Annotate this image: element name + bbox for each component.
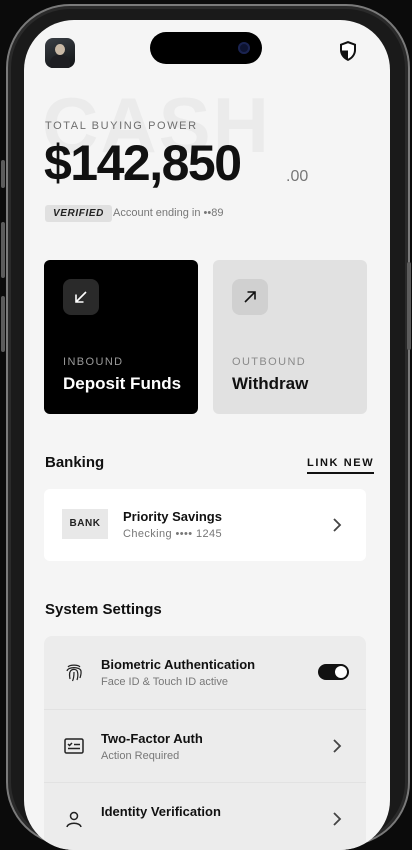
settings-item-two-factor[interactable]: Two-Factor Auth Action Required xyxy=(44,709,366,782)
chevron-right-icon xyxy=(333,518,342,532)
verified-badge: VERIFIED xyxy=(45,205,112,222)
arrow-down-left-icon xyxy=(63,279,99,315)
settings-item-biometric[interactable]: Biometric Authentication Face ID & Touch… xyxy=(44,636,366,708)
avatar-head xyxy=(55,44,65,55)
deposit-funds-label: Deposit Funds xyxy=(63,374,182,393)
biometric-toggle[interactable] xyxy=(318,664,349,680)
volume-down-button xyxy=(1,296,5,352)
app-screen: CASH TOTAL BUYING POWER $142,850 .00 VER… xyxy=(24,20,390,850)
bank-account-name: Priority Savings xyxy=(123,509,222,524)
arrow-up-right-icon xyxy=(232,279,268,315)
deposit-funds-button[interactable]: INBOUND Deposit Funds xyxy=(44,260,198,414)
identity-title: Identity Verification xyxy=(101,804,221,819)
balance-amount: $142,850 xyxy=(44,135,242,191)
side-button xyxy=(1,160,5,188)
biometric-title: Biometric Authentication xyxy=(101,657,256,672)
fingerprint-icon xyxy=(66,664,82,682)
bank-account-detail: Checking •••• 1245 xyxy=(123,528,223,540)
checklist-icon xyxy=(64,738,84,754)
settings-item-identity[interactable]: Identity Verification xyxy=(44,782,366,850)
balance-cents: .00 xyxy=(286,168,309,185)
outbound-label: OUTBOUND xyxy=(232,356,307,368)
shield-icon[interactable] xyxy=(338,40,358,62)
inbound-label: INBOUND xyxy=(63,356,124,368)
withdraw-label: Withdraw xyxy=(232,374,309,393)
id-icon xyxy=(66,811,82,828)
chevron-right-icon xyxy=(333,739,342,753)
settings-list: Biometric Authentication Face ID & Touch… xyxy=(44,636,366,850)
avatar[interactable] xyxy=(45,38,75,68)
banking-title: Banking xyxy=(45,454,105,471)
dynamic-island xyxy=(150,32,262,64)
power-button xyxy=(407,262,411,350)
camera-icon xyxy=(238,42,250,54)
volume-up-button xyxy=(1,222,5,278)
system-settings-title: System Settings xyxy=(45,601,162,618)
bank-logo: BANK xyxy=(62,509,108,539)
account-ending-text: Account ending in ••89 xyxy=(113,207,224,219)
toggle-knob xyxy=(335,666,347,678)
withdraw-button[interactable]: OUTBOUND Withdraw xyxy=(213,260,367,414)
chevron-right-icon xyxy=(333,812,342,826)
two-factor-title: Two-Factor Auth xyxy=(101,731,203,746)
link-new-button[interactable]: LINK NEW xyxy=(307,457,375,474)
avatar-body xyxy=(50,55,70,68)
buying-power-label: TOTAL BUYING POWER xyxy=(45,120,198,132)
two-factor-subtitle: Action Required xyxy=(101,750,180,762)
bank-account-card[interactable]: BANK Priority Savings Checking •••• 1245 xyxy=(44,489,366,561)
biometric-subtitle: Face ID & Touch ID active xyxy=(101,676,228,688)
